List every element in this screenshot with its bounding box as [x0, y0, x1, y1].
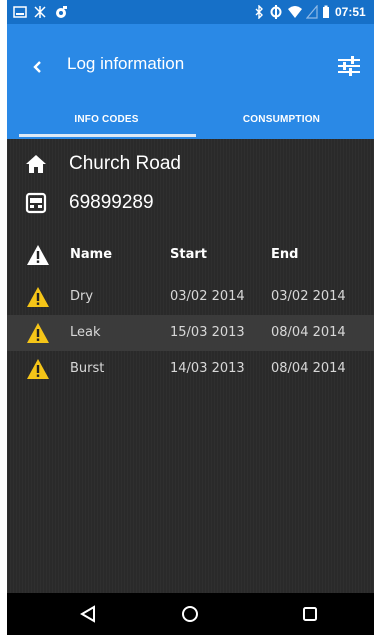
signal-icon [306, 4, 318, 20]
sliders-icon [338, 56, 360, 76]
phone-screen: 07:51 Log information INFO CODES CONSUMP… [7, 0, 374, 635]
nav-recents-button[interactable] [299, 603, 321, 625]
chevron-left-icon [33, 61, 41, 73]
back-button[interactable] [27, 57, 47, 77]
row-start: 03/02 2014 [170, 289, 245, 304]
meter-row: 69899289 [25, 190, 154, 216]
header-name: Name [70, 247, 113, 262]
warning-header-icon [27, 245, 49, 265]
row-end: 08/04 2014 [271, 325, 346, 340]
row-name: Dry [70, 289, 94, 304]
nav-back-button[interactable] [77, 603, 99, 625]
home-circle-icon [182, 606, 198, 622]
location-row: Church Road [25, 151, 181, 177]
back-triangle-icon [80, 605, 95, 623]
meter-icon [25, 192, 47, 214]
table-row[interactable]: Burst 14/03 2013 08/04 2014 [7, 351, 374, 387]
status-bar: 07:51 [7, 0, 374, 24]
app-bar: Log information [7, 24, 374, 100]
row-end: 03/02 2014 [271, 289, 346, 304]
status-time: 07:51 [335, 5, 366, 19]
bluetooth-icon [254, 4, 264, 20]
table-row[interactable]: Dry 03/02 2014 03/02 2014 [7, 279, 374, 315]
warning-icon [27, 359, 49, 379]
row-end: 08/04 2014 [271, 361, 346, 376]
location-name: Church Road [69, 153, 181, 174]
screenshot-icon [13, 4, 27, 20]
table-row[interactable]: Leak 15/03 2013 08/04 2014 [7, 315, 374, 351]
home-icon [26, 155, 46, 173]
table-header: Name Start End [7, 238, 374, 272]
meter-id: 69899289 [69, 192, 154, 213]
header-start: Start [170, 247, 207, 262]
tab-indicator [19, 134, 196, 137]
debug-icon [33, 4, 47, 20]
battery-icon [322, 4, 330, 20]
warning-icon [27, 287, 49, 307]
page-title: Log information [67, 54, 185, 73]
row-name: Burst [70, 361, 105, 376]
warning-icon [27, 323, 49, 343]
wifi-icon [287, 4, 303, 20]
row-start: 14/03 2013 [170, 361, 245, 376]
photo-icon [54, 4, 68, 20]
sync-icon [269, 4, 283, 20]
row-start: 15/03 2013 [170, 325, 245, 340]
filter-settings-button[interactable] [337, 54, 361, 78]
nav-home-button[interactable] [179, 603, 201, 625]
system-nav-bar [7, 593, 374, 635]
header-end: End [271, 247, 299, 262]
tab-consumption[interactable]: CONSUMPTION [190, 100, 373, 139]
recents-square-icon [303, 607, 317, 621]
row-name: Leak [70, 325, 101, 340]
